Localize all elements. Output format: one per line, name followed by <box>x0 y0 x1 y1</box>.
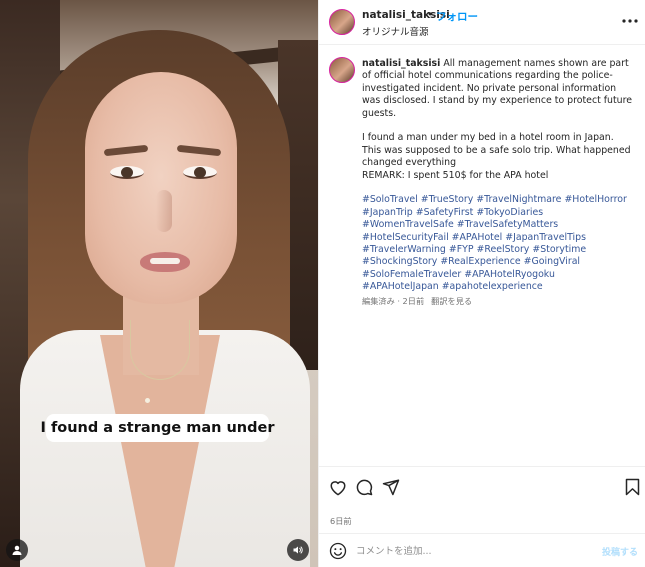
caption-paragraph: REMARK: I spent 510$ for the APA hotel <box>362 169 549 181</box>
hashtag-link[interactable]: #WomenTravelSafe <box>362 219 454 230</box>
necklace <box>130 320 190 380</box>
hashtag-link[interactable]: #HotelHorror <box>564 194 626 205</box>
hashtag-link[interactable]: #JapanTravelTips <box>505 232 586 243</box>
user-icon[interactable] <box>6 539 28 561</box>
comment-bar: 投稿する <box>319 533 645 567</box>
caption-username[interactable]: natalisi_taksisi <box>362 58 440 69</box>
post-caption-area: natalisi_taksisi All management names sh… <box>319 45 645 465</box>
mouth <box>140 252 190 272</box>
hashtag-link[interactable]: #APAHotelRyogoku <box>464 269 555 280</box>
eye-left <box>110 166 144 179</box>
hashtag-link[interactable]: #SoloFemaleTraveler <box>362 269 461 280</box>
hashtag-link[interactable]: #SafetyFirst <box>416 207 474 218</box>
hashtag-link[interactable]: #TravelSafetyMatters <box>457 219 558 230</box>
hashtag-link[interactable]: #FYP <box>449 244 474 255</box>
avatar[interactable] <box>329 9 355 35</box>
edited-label: 編集済み · 2日前 <box>362 295 425 306</box>
hashtag-link[interactable]: #TravelNightmare <box>476 194 561 205</box>
hashtag-link[interactable]: #TravelerWarning <box>362 244 446 255</box>
hashtag-link[interactable]: #JapanTrip <box>362 207 413 218</box>
video-player[interactable]: I found a strange man under <box>0 0 318 567</box>
hashtag-link[interactable]: #TokyoDiaries <box>476 207 543 218</box>
hashtag-link[interactable]: #APAHotelJapan <box>362 281 439 292</box>
hashtag-link[interactable]: #APAHotel <box>452 232 503 243</box>
speaker-icon[interactable] <box>287 539 309 561</box>
post-time[interactable]: 6日前 <box>330 515 352 527</box>
video-caption: I found a strange man under <box>41 414 275 442</box>
hashtag-link[interactable]: #SoloTravel <box>362 194 418 205</box>
post-meta: 編集済み · 2日前 翻訳を見る <box>362 295 634 307</box>
post-header: natalisi_taksisi • フォロー オリジナル音源 <box>319 0 645 45</box>
caption-avatar[interactable] <box>329 57 355 83</box>
caption-paragraph: I found a man under my bed in a hotel ro… <box>362 132 631 169</box>
caption-paragraph: natalisi_taksisi All management names sh… <box>362 58 634 120</box>
hashtag-link[interactable]: #RealExperience <box>440 256 520 267</box>
post-panel: natalisi_taksisi • フォロー オリジナル音源 natalisi… <box>318 0 645 567</box>
audio-label[interactable]: オリジナル音源 <box>362 24 429 38</box>
hashtag-list: #SoloTravel #TrueStory #TravelNightmare … <box>362 194 634 293</box>
hashtag-link[interactable]: #HotelSecurityFail <box>362 232 449 243</box>
nose <box>156 190 172 232</box>
emoji-icon[interactable] <box>329 542 347 560</box>
comment-input[interactable] <box>356 541 586 561</box>
more-horizontal-icon[interactable] <box>621 12 639 30</box>
caption-body: natalisi_taksisi All management names sh… <box>362 58 634 307</box>
see-translation-link[interactable]: 翻訳を見る <box>431 296 472 306</box>
post-comment-button[interactable]: 投稿する <box>602 545 638 558</box>
bookmark-icon[interactable] <box>621 476 643 498</box>
hashtag-link[interactable]: #Storytime <box>532 244 586 255</box>
follow-button[interactable]: フォロー <box>436 9 478 24</box>
necklace-pendant <box>145 398 150 403</box>
comment-icon[interactable] <box>353 476 375 498</box>
separator-dot: • <box>427 9 434 21</box>
share-icon[interactable] <box>380 476 402 498</box>
action-bar <box>319 466 645 506</box>
eye-right <box>183 166 217 179</box>
hashtag-link[interactable]: #ReelStory <box>477 244 530 255</box>
heart-icon[interactable] <box>327 476 349 498</box>
hashtag-link[interactable]: #apahotelexperience <box>442 281 543 292</box>
hashtag-link[interactable]: #ShockingStory <box>362 256 437 267</box>
hashtag-link[interactable]: #GoingViral <box>524 256 580 267</box>
hashtag-link[interactable]: #TrueStory <box>421 194 474 205</box>
